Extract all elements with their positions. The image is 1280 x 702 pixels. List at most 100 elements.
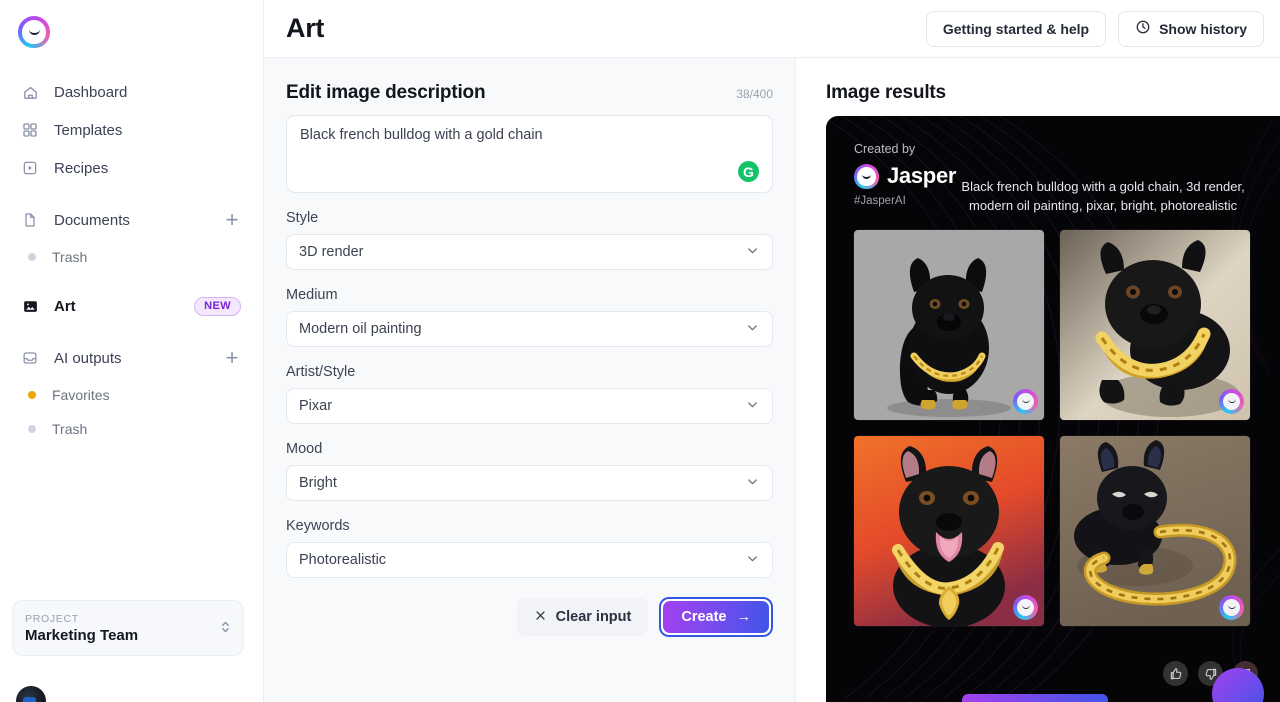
sidebar-item-label: Trash xyxy=(52,249,88,265)
app-root: Dashboard Templates Recipes Documents + … xyxy=(0,0,1280,702)
grammarly-icon[interactable]: G xyxy=(738,161,759,182)
image-grid xyxy=(854,229,1250,626)
generated-image-4 xyxy=(1060,435,1250,626)
jasper-watermark-icon xyxy=(1013,388,1038,414)
content: Edit image description 38/400 Black fren… xyxy=(264,58,1280,702)
show-history-button[interactable]: Show history xyxy=(1118,10,1264,47)
sidebar-item-favorites[interactable]: Favorites xyxy=(12,378,251,412)
sidebar-item-label: Favorites xyxy=(52,387,110,403)
sidebar-item-ai-outputs[interactable]: AI outputs + xyxy=(12,340,251,376)
description-value: Black french bulldog with a gold chain xyxy=(300,127,543,143)
dot-icon xyxy=(28,425,36,433)
sidebar-item-label: Dashboard xyxy=(54,83,128,101)
grid-icon xyxy=(22,121,44,139)
show-history-label: Show history xyxy=(1159,20,1247,37)
main-area: Art Getting started & help Show history … xyxy=(264,0,1280,702)
avatar[interactable] xyxy=(16,686,46,702)
status-badge: NEW xyxy=(194,296,241,316)
create-button-focus-ring: Create → xyxy=(659,597,773,637)
getting-started-label: Getting started & help xyxy=(942,20,1090,37)
sidebar-item-recipes[interactable]: Recipes xyxy=(12,150,251,186)
style-select[interactable]: 3D render xyxy=(286,234,773,270)
medium-value: Modern oil painting xyxy=(299,321,422,337)
generated-image-3 xyxy=(854,435,1044,626)
close-icon xyxy=(534,609,547,626)
dot-icon xyxy=(28,391,36,399)
brand-hashtag: #JasperAI xyxy=(854,195,906,207)
mood-value: Bright xyxy=(299,475,337,491)
play-box-icon xyxy=(22,159,44,177)
add-document-button[interactable]: + xyxy=(223,209,241,231)
file-icon xyxy=(22,211,44,229)
chevron-down-icon xyxy=(745,320,760,339)
thumbs-up-icon[interactable] xyxy=(1163,661,1188,686)
description-textarea[interactable]: Black french bulldog with a gold chain G xyxy=(286,115,773,193)
clear-input-button[interactable]: Clear input xyxy=(516,598,649,636)
bottom-action-bar[interactable] xyxy=(962,694,1108,702)
result-card-header: Created by Jasper #JasperAI Black french… xyxy=(854,142,1250,216)
result-image-1[interactable] xyxy=(854,229,1044,420)
page-title: Art xyxy=(286,13,325,43)
medium-select[interactable]: Modern oil painting xyxy=(286,311,773,347)
create-label: Create xyxy=(681,609,727,625)
project-name: Marketing Team xyxy=(25,626,139,644)
character-counter: 38/400 xyxy=(736,87,773,101)
sidebar-item-documents[interactable]: Documents + xyxy=(12,202,251,238)
chevron-updown-icon xyxy=(220,618,231,638)
jasper-watermark-icon xyxy=(1219,388,1244,414)
result-card: Created by Jasper #JasperAI Black french… xyxy=(826,116,1280,702)
mood-select[interactable]: Bright xyxy=(286,465,773,501)
add-ai-output-button[interactable]: + xyxy=(223,347,241,369)
field-medium: Medium Modern oil painting xyxy=(286,287,773,347)
brand-logo[interactable] xyxy=(0,0,263,56)
sidebar-item-label: Templates xyxy=(54,121,123,139)
sidebar-item-label: Art xyxy=(54,297,76,315)
dot-icon xyxy=(28,253,36,261)
project-caption: PROJECT xyxy=(25,612,79,625)
result-image-4[interactable] xyxy=(1060,435,1250,626)
sidebar-item-outputs-trash[interactable]: Trash xyxy=(12,412,251,446)
result-image-2[interactable] xyxy=(1060,229,1250,420)
field-label: Style xyxy=(286,210,319,226)
form-header: Edit image description 38/400 xyxy=(286,82,773,104)
style-value: 3D render xyxy=(299,244,364,260)
clock-icon xyxy=(1135,19,1151,38)
project-switcher[interactable]: PROJECT Marketing Team xyxy=(12,600,244,656)
topbar: Art Getting started & help Show history xyxy=(264,0,1280,58)
artist-style-value: Pixar xyxy=(299,398,333,414)
keywords-select[interactable]: Photorealistic xyxy=(286,542,773,578)
creator-block: Created by Jasper #JasperAI xyxy=(854,142,956,216)
section-title: Edit image description xyxy=(286,82,486,103)
field-label: Mood xyxy=(286,441,323,457)
result-image-3[interactable] xyxy=(854,435,1044,626)
home-icon xyxy=(22,83,44,101)
created-by-label: Created by xyxy=(854,142,916,156)
sidebar-item-documents-trash[interactable]: Trash xyxy=(12,240,251,274)
edit-image-description-panel: Edit image description 38/400 Black fren… xyxy=(264,58,796,702)
jasper-watermark-icon xyxy=(1013,594,1038,620)
brand-row: Jasper xyxy=(854,163,956,189)
field-keywords: Keywords Photorealistic xyxy=(286,518,773,578)
clear-input-label: Clear input xyxy=(555,609,632,625)
prompt-echo: Black french bulldog with a gold chain, … xyxy=(961,179,1245,213)
chevron-down-icon xyxy=(745,243,760,262)
chevron-down-icon xyxy=(745,551,760,570)
sidebar-nav: Dashboard Templates Recipes Documents + … xyxy=(0,74,263,446)
sidebar-item-templates[interactable]: Templates xyxy=(12,112,251,148)
sidebar-item-label: AI outputs xyxy=(54,349,122,367)
getting-started-button[interactable]: Getting started & help xyxy=(925,10,1107,47)
create-button[interactable]: Create → xyxy=(663,601,769,633)
chevron-down-icon xyxy=(745,397,760,416)
generated-image-1 xyxy=(854,229,1044,420)
brand-name: Jasper xyxy=(887,163,957,188)
field-style: Style 3D render xyxy=(286,210,773,270)
artist-style-select[interactable]: Pixar xyxy=(286,388,773,424)
jasper-logo-icon xyxy=(18,16,50,48)
keywords-value: Photorealistic xyxy=(299,552,387,568)
sidebar-item-label: Documents xyxy=(54,211,130,229)
sidebar-item-art[interactable]: Art NEW xyxy=(12,288,251,324)
generated-image-2 xyxy=(1060,229,1250,420)
sidebar-item-label: Recipes xyxy=(54,159,109,177)
sidebar-item-dashboard[interactable]: Dashboard xyxy=(12,74,251,110)
image-icon xyxy=(22,297,44,315)
